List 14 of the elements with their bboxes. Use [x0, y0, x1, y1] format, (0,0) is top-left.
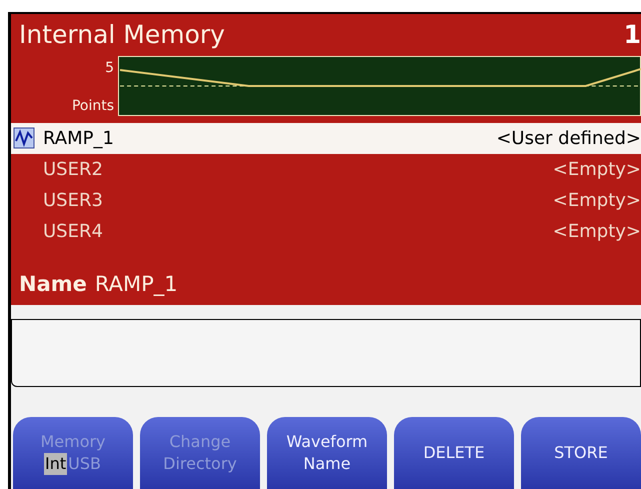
softkey-button[interactable]: STORE	[521, 417, 641, 489]
axis-label: Points	[72, 97, 114, 116]
file-row[interactable]: USER2 <Empty>	[11, 154, 641, 185]
page-number: 1	[624, 19, 641, 52]
name-label: Name	[19, 271, 87, 298]
file-row[interactable]: USER3 <Empty>	[11, 185, 641, 216]
text-entry-field[interactable]	[11, 319, 641, 387]
window-title: Internal Memory	[19, 19, 225, 52]
axis-label: 5	[105, 59, 114, 78]
name-value: RAMP_1	[94, 271, 178, 298]
softkey-button[interactable]: Waveform Name	[267, 417, 387, 489]
softkey-button[interactable]: DELETE	[394, 417, 514, 489]
file-row[interactable]: RAMP_1 <User defined>	[11, 123, 641, 154]
file-row[interactable]: USER4 <Empty>	[11, 216, 641, 247]
